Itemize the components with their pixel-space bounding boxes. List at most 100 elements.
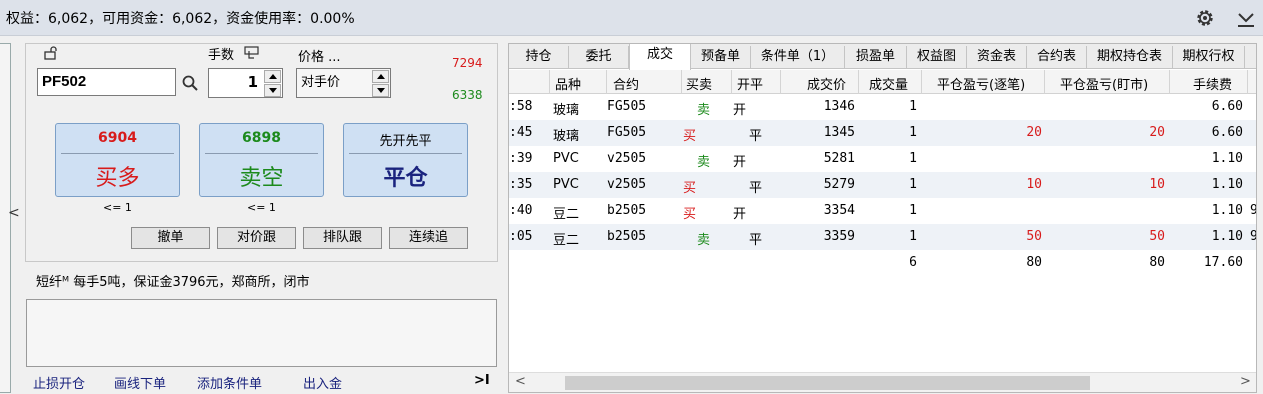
- horizontal-scrollbar[interactable]: < >: [509, 372, 1256, 392]
- total-row: 6 80 80 17.60: [509, 250, 1256, 276]
- collapse-left-button[interactable]: <: [8, 205, 20, 221]
- scroll-thumb[interactable]: [565, 376, 1090, 390]
- tab-orders[interactable]: 委托: [569, 46, 629, 68]
- quantity-up-button[interactable]: [264, 70, 281, 83]
- table-row[interactable]: :39 PVC v2505 卖 开 5281 1 1.10: [509, 146, 1256, 172]
- col-price[interactable]: 成交价: [807, 74, 846, 93]
- return-arrow-icon[interactable]: [244, 46, 260, 60]
- fill-volume: 1: [909, 229, 917, 244]
- tab-positions[interactable]: 持仓: [509, 46, 569, 68]
- fill-price: 5281: [823, 151, 855, 166]
- total-volume: 6: [909, 255, 917, 270]
- gear-icon[interactable]: [1194, 7, 1216, 29]
- follow-counter-price-button[interactable]: 对价跟: [217, 227, 296, 249]
- scroll-left-icon[interactable]: <: [515, 374, 526, 389]
- fill-side: 卖: [697, 103, 711, 118]
- buy-long-button[interactable]: 6904 买多: [55, 123, 180, 197]
- deposit-withdraw-link[interactable]: 出入金: [303, 373, 342, 392]
- quantity-stepper[interactable]: 1: [208, 68, 283, 98]
- close-label: 平仓: [383, 165, 428, 191]
- dock-right-button[interactable]: >I: [474, 373, 490, 388]
- table-row[interactable]: :45 玻璃 FG505 买 平 1345 1 20 20 6.60: [509, 120, 1256, 146]
- close-position-button[interactable]: 先开先平 平仓: [343, 123, 468, 197]
- table-row[interactable]: :05 豆二 b2505 卖 平 3359 1 50 50 1.10 9: [509, 224, 1256, 250]
- fill-time: :58: [509, 99, 533, 114]
- message-box[interactable]: [26, 299, 497, 367]
- price-mode-select[interactable]: 对手价: [296, 68, 391, 98]
- table-header: 品种 合约 买卖 开平 成交价 成交量 平仓盈亏(逐笔) 平仓盈亏(盯市) 手续…: [509, 70, 1256, 94]
- buy-limit: <= 1: [103, 201, 132, 214]
- table-row[interactable]: :58 玻璃 FG505 卖 开 1346 1 6.60: [509, 94, 1256, 120]
- sell-price: 6898: [242, 130, 281, 146]
- col-side[interactable]: 买卖: [686, 74, 712, 93]
- fill-fee: 6.60: [1211, 125, 1243, 140]
- draw-line-order-link[interactable]: 画线下单: [114, 373, 166, 392]
- col-pnl-mark[interactable]: 平仓盈亏(盯市): [1060, 74, 1148, 93]
- unlock-icon[interactable]: [44, 46, 58, 60]
- col-kind[interactable]: 品种: [555, 74, 581, 93]
- search-icon[interactable]: [181, 74, 199, 92]
- fill-contract: v2505: [607, 177, 647, 192]
- download-icon[interactable]: [1236, 7, 1256, 29]
- fill-open-close: 开: [733, 155, 747, 170]
- tab-stop-orders[interactable]: 损盈单: [845, 46, 907, 68]
- price-label: 价格 ...: [298, 50, 341, 65]
- cancel-order-button[interactable]: 撤单: [131, 227, 210, 249]
- quantity-value[interactable]: 1: [248, 73, 258, 91]
- fill-price: 1345: [823, 125, 855, 140]
- fill-pnl-trade: 10: [1026, 177, 1042, 192]
- col-pnl-trade[interactable]: 平仓盈亏(逐笔): [937, 74, 1025, 93]
- contract-input[interactable]: PF502: [37, 68, 176, 96]
- trade-records-panel: 持仓 委托 成交 预备单 条件单（1） 损盈单 权益图 资金表 合约表 期权持仓…: [508, 43, 1257, 393]
- fill-time: :45: [509, 125, 533, 140]
- fill-price: 1346: [823, 99, 855, 114]
- tab-equity-chart[interactable]: 权益图: [907, 46, 967, 68]
- col-fee[interactable]: 手续费: [1193, 74, 1232, 93]
- qty-label: 手数: [208, 48, 235, 63]
- tab-contracts[interactable]: 合约表: [1027, 46, 1087, 68]
- quantity-down-button[interactable]: [264, 84, 281, 97]
- price-down-button[interactable]: [372, 84, 389, 97]
- tab-fills[interactable]: 成交: [629, 44, 691, 70]
- contract-info: 短纤ᴹ 每手5吨，保证金3796元，郑商所，闭市: [36, 275, 310, 290]
- fill-price: 5279: [823, 177, 855, 192]
- tab-option-exercise[interactable]: 期权行权: [1173, 46, 1245, 68]
- tab-funds[interactable]: 资金表: [967, 46, 1027, 68]
- col-volume[interactable]: 成交量: [869, 74, 908, 93]
- scroll-right-icon[interactable]: >: [1240, 374, 1251, 389]
- add-condition-order-link[interactable]: 添加条件单: [197, 373, 262, 392]
- fill-contract: FG505: [607, 125, 647, 140]
- fill-kind: 玻璃: [553, 129, 580, 144]
- fill-contract: FG505: [607, 99, 647, 114]
- fill-side: 卖: [697, 155, 711, 170]
- fill-fee: 1.10: [1211, 229, 1243, 244]
- sell-short-button[interactable]: 6898 卖空: [199, 123, 324, 197]
- fill-time: :35: [509, 177, 533, 192]
- fill-time: :05: [509, 229, 533, 244]
- account-summary-bar: 权益：6,062，可用资金：6,062，资金使用率：0.00%: [0, 0, 1263, 36]
- tab-option-positions[interactable]: 期权持仓表: [1087, 46, 1173, 68]
- fill-pnl-mark: 20: [1149, 125, 1165, 140]
- fill-price: 3359: [823, 229, 855, 244]
- fill-open-close: 开: [733, 207, 747, 222]
- fill-contract: b2505: [607, 203, 647, 218]
- stop-loss-open-link[interactable]: 止损开仓: [33, 373, 85, 392]
- col-contract[interactable]: 合约: [613, 74, 639, 93]
- follow-queue-price-button[interactable]: 排队跟: [303, 227, 382, 249]
- continuous-chase-button[interactable]: 连续追: [389, 227, 468, 249]
- table-row[interactable]: :40 豆二 b2505 买 开 3354 1 1.10 9: [509, 198, 1256, 224]
- fill-side: 买: [683, 207, 697, 222]
- fill-open-close: 平: [749, 129, 763, 144]
- fill-side: 买: [683, 129, 697, 144]
- fill-kind: 豆二: [553, 233, 580, 248]
- col-open-close[interactable]: 开平: [737, 74, 763, 93]
- price-up-button[interactable]: [372, 70, 389, 83]
- fill-fee: 1.10: [1211, 177, 1243, 192]
- buy-label: 买多: [95, 166, 140, 191]
- tab-condition-orders[interactable]: 条件单（1）: [751, 46, 845, 68]
- tab-prepared-orders[interactable]: 预备单: [691, 46, 751, 68]
- fill-kind: 玻璃: [553, 103, 580, 118]
- fill-fee: 6.60: [1211, 99, 1243, 114]
- table-row[interactable]: :35 PVC v2505 买 平 5279 1 10 10 1.10: [509, 172, 1256, 198]
- fill-price: 3354: [823, 203, 855, 218]
